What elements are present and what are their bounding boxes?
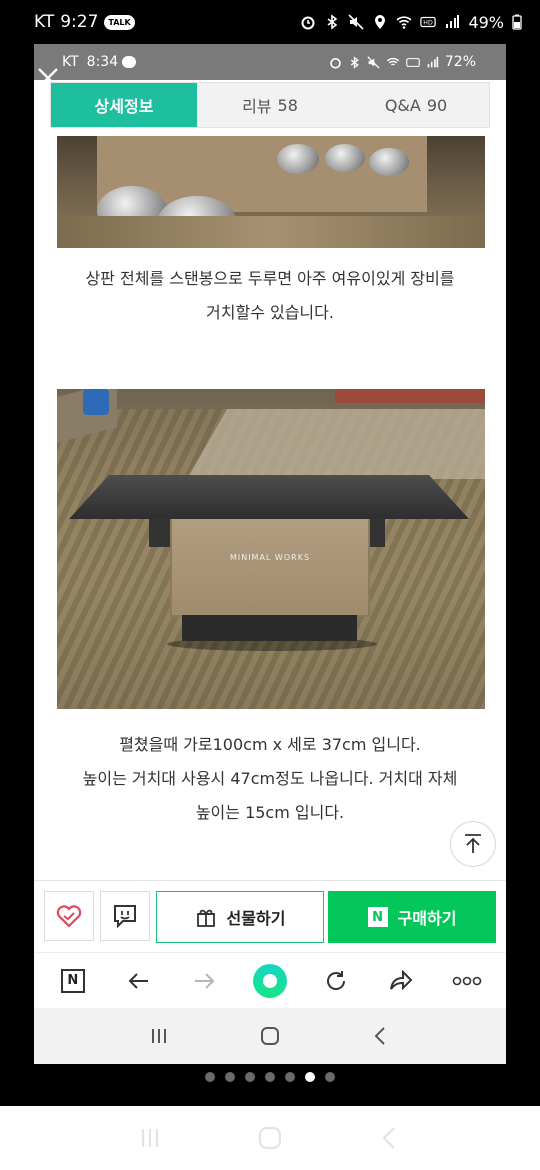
naver-logo-icon: N [60,968,85,993]
mute-icon [348,14,365,30]
pager-dot[interactable] [285,1072,295,1082]
inner-carrier-label: KT [62,54,79,70]
more-button[interactable] [447,961,487,1001]
clock: 9:27 [60,12,99,32]
product-tabs: 상세정보 리뷰 58 Q&A 90 [50,82,490,128]
screenshot-viewer: KT 8:34 72% 상세정보 리뷰 58 Q&A 90 상판 전체를 스탠봉… [34,44,506,1064]
location-icon [375,15,386,29]
description-line: 상판 전체를 스탠봉으로 두루면 아주 여유이있게 장비를 [85,269,455,288]
inner-wifi-icon [386,57,400,65]
tab-label: 상세정보 [94,97,154,116]
hd-icon: HD [420,16,437,28]
description-line: 높이는 15cm 입니다. [195,803,345,822]
product-photo-camping-table: MINIMAL WORKS [57,389,485,709]
tab-count: 90 [426,95,448,115]
more-dots-icon [452,976,482,985]
description-line: 높이는 거치대 사용시 47cm정도 나옵니다. 거치대 자체 [82,769,458,788]
product-photo-hanging-cookware [57,136,485,248]
image-pager-dots [0,1072,540,1082]
scroll-to-top-button[interactable] [450,821,496,867]
refresh-button[interactable] [316,961,356,1001]
outer-system-nav [0,1106,540,1170]
refresh-icon [326,970,345,990]
pager-dot[interactable] [205,1072,215,1082]
inner-mute-icon [367,55,380,69]
back-button[interactable] [119,961,159,1001]
naver-pay-icon: N [367,907,388,927]
tab-reviews[interactable]: 리뷰 58 [197,83,343,127]
arrow-left-icon [128,972,148,989]
wishlist-button[interactable] [44,891,94,941]
share-icon [390,969,413,990]
buy-button[interactable]: N 구매하기 [328,891,496,943]
pager-dot[interactable] [265,1072,275,1082]
buy-label: 구매하기 [397,909,457,928]
pager-dot[interactable] [325,1072,335,1082]
wifi-icon [396,16,412,29]
tab-label: 리뷰 [242,97,272,116]
gift-icon [196,909,215,927]
pager-dot-active[interactable] [305,1072,315,1082]
inner-alarm-icon [330,57,341,69]
inner-clock: 8:34 [86,54,119,70]
message-icon [122,56,137,68]
outer-home-icon[interactable] [257,1125,283,1151]
tab-details[interactable]: 상세정보 [51,83,197,127]
outer-recent-apps-icon[interactable] [137,1126,163,1150]
arrow-right-icon [195,972,215,989]
browser-toolbar: N [34,952,506,1008]
chat-icon [114,905,136,929]
home-icon[interactable] [259,1025,281,1047]
naver-home-button[interactable]: N [53,961,93,1001]
description-paragraph-2: 펼쳤을때 가로100cm x 세로 37cm 입니다. 높이는 거치대 사용시 … [34,728,506,830]
purchase-action-bar: 선물하기 N 구매하기 [34,880,506,952]
tab-qna[interactable]: Q&A 90 [343,83,489,127]
inner-signal-icon [427,56,439,67]
heart-icon [56,905,82,928]
inner-system-nav [34,1008,506,1064]
recent-apps-icon[interactable] [148,1026,170,1046]
pager-dot[interactable] [225,1072,235,1082]
green-dot-button[interactable] [250,961,290,1001]
gift-label: 선물하기 [226,909,286,928]
svg-text:HD: HD [424,20,434,27]
outer-status-bar: KT 9:27 TALK HD 49% [0,0,540,44]
forward-button[interactable] [184,961,224,1001]
inner-status-bar: KT 8:34 72% [34,44,506,80]
bluetooth-icon [327,14,338,30]
arrow-up-to-top-icon [465,834,481,853]
outer-back-icon[interactable] [377,1125,403,1151]
kakaotalk-icon: TALK [104,14,135,30]
tab-label: Q&A [384,95,421,115]
signal-icon [446,15,460,28]
description-paragraph-1: 상판 전체를 스탠봉으로 두루면 아주 여유이있게 장비를 거치할수 있습니다. [34,262,506,330]
battery-percent: 49% [468,12,504,32]
talk-inquiry-button[interactable] [100,891,150,941]
inner-hd-icon [406,57,420,67]
inner-bluetooth-icon [350,55,359,69]
inner-battery-percent: 72% [444,54,476,70]
pager-dot[interactable] [245,1072,255,1082]
description-line: 펼쳤을때 가로100cm x 세로 37cm 입니다. [119,735,421,754]
crate-brand-label: MINIMAL WORKS [229,553,311,562]
carrier-label: KT [34,12,55,32]
green-dot-icon [252,963,287,998]
back-nav-icon[interactable] [370,1025,392,1047]
battery-icon [512,14,522,30]
alarm-icon [301,16,315,30]
share-button[interactable] [381,961,421,1001]
description-line: 거치할수 있습니다. [206,303,334,322]
tab-count: 58 [277,95,298,115]
product-detail-content[interactable]: 상판 전체를 스탠봉으로 두루면 아주 여유이있게 장비를 거치할수 있습니다.… [34,132,506,880]
gift-button[interactable]: 선물하기 [156,891,324,943]
